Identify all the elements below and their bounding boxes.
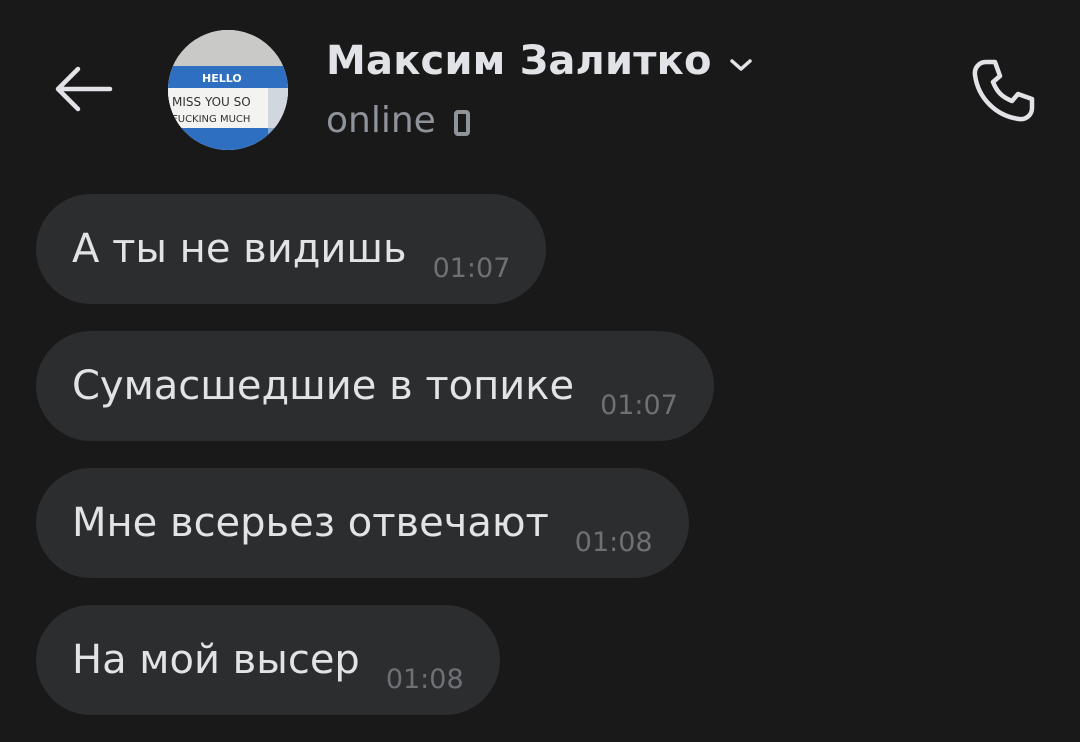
avatar-line1-text: MISS YOU SO	[172, 95, 251, 109]
contact-title[interactable]: Максим Залитко	[326, 38, 754, 84]
message-bubble[interactable]: Мне всерьез отвечают 01:08	[36, 468, 689, 578]
message-text: На мой высер	[72, 637, 360, 683]
mobile-device-icon	[453, 109, 470, 136]
message-text: Мне всерьез отвечают	[72, 500, 549, 546]
call-button[interactable]	[962, 50, 1044, 132]
avatar-line2-text: FUCKING MUCH	[172, 114, 250, 125]
message-time: 01:07	[600, 390, 678, 421]
message-list: А ты не видишь 01:07 Сумасшедшие в топик…	[36, 194, 1036, 742]
message-time: 01:07	[432, 253, 511, 284]
message-time: 01:08	[574, 527, 653, 558]
avatar[interactable]: HELLO MISS YOU SO FUCKING MUCH	[168, 30, 288, 150]
message-text: Сумасшедшие в топике	[72, 363, 575, 409]
status-text: online	[326, 100, 436, 141]
message-text: А ты не видишь	[72, 226, 407, 272]
message-time: 01:08	[385, 664, 464, 695]
chevron-down-icon	[728, 57, 754, 73]
arrow-left-icon	[55, 66, 113, 112]
chat-header: HELLO MISS YOU SO FUCKING MUCH Максим За…	[0, 0, 1080, 180]
phone-icon	[972, 59, 1035, 122]
message-bubble[interactable]: На мой высер 01:08	[36, 605, 500, 715]
contact-status: online	[326, 100, 470, 141]
avatar-image: HELLO MISS YOU SO FUCKING MUCH	[168, 30, 288, 150]
avatar-hello-text: HELLO	[202, 72, 242, 85]
back-button[interactable]	[48, 58, 118, 120]
contact-name: Максим Залитко	[326, 38, 712, 84]
message-bubble[interactable]: Сумасшедшие в топике 01:07	[36, 331, 714, 441]
message-bubble[interactable]: А ты не видишь 01:07	[36, 194, 547, 304]
